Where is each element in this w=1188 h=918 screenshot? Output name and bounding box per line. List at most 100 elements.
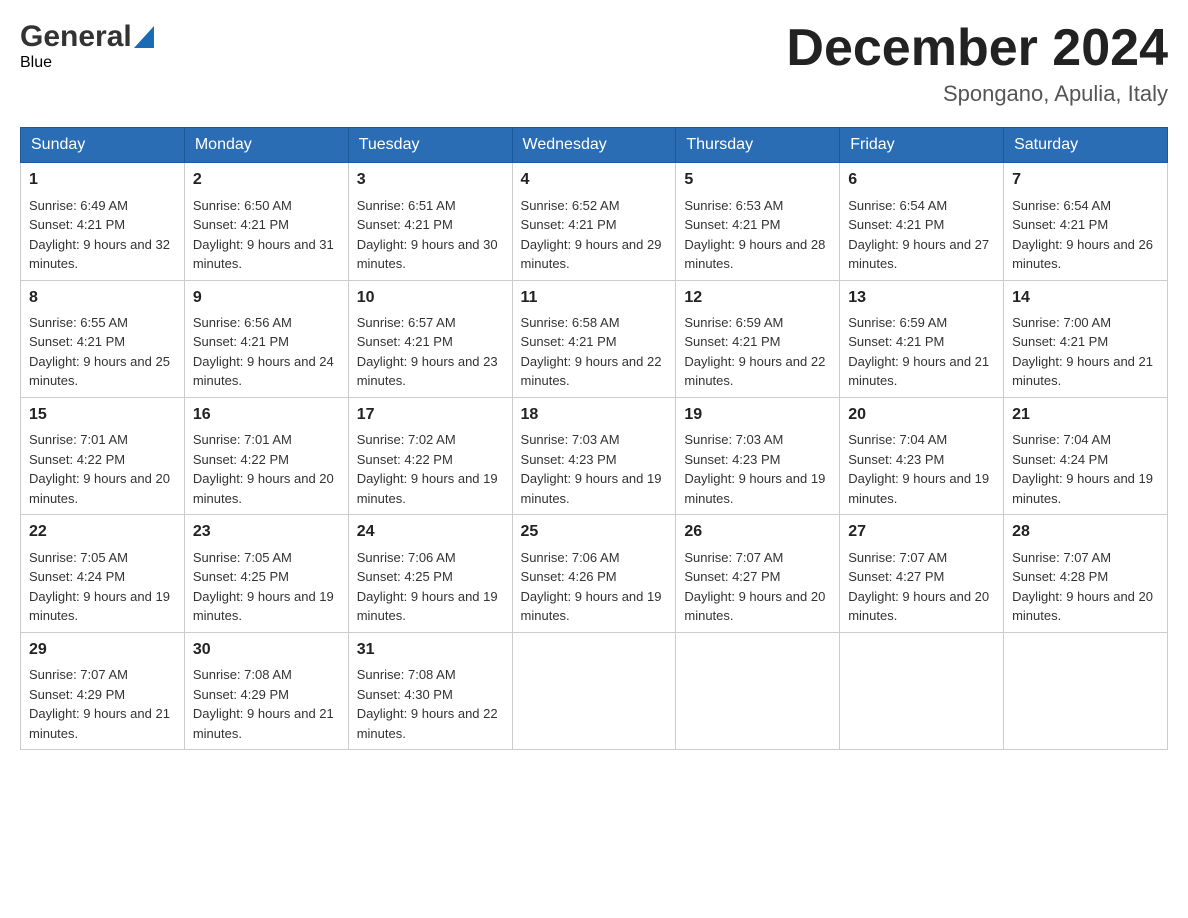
calendar-table: SundayMondayTuesdayWednesdayThursdayFrid… bbox=[20, 127, 1168, 750]
day-info: Sunrise: 7:04 AMSunset: 4:24 PMDaylight:… bbox=[1012, 432, 1153, 506]
calendar-day-cell: 14Sunrise: 7:00 AMSunset: 4:21 PMDayligh… bbox=[1004, 280, 1168, 397]
day-number: 22 bbox=[29, 521, 176, 543]
calendar-day-cell: 11Sunrise: 6:58 AMSunset: 4:21 PMDayligh… bbox=[512, 280, 676, 397]
calendar-day-cell: 26 Sunrise: 7:07 AMSunset: 4:27 PMDayligh… bbox=[676, 515, 840, 632]
calendar-day-cell: 28 Sunrise: 7:07 AMSunset: 4:28 PMDayligh… bbox=[1004, 515, 1168, 632]
day-info: Sunrise: 7:01 AMSunset: 4:22 PMDaylight:… bbox=[193, 432, 334, 506]
calendar-day-cell: 4Sunrise: 6:52 AMSunset: 4:21 PMDaylight… bbox=[512, 163, 676, 280]
calendar-day-cell bbox=[512, 632, 676, 749]
day-info: Sunrise: 6:54 AMSunset: 4:21 PMDaylight:… bbox=[848, 198, 989, 272]
day-number: 4 bbox=[521, 169, 668, 191]
day-info: Sunrise: 7:07 AMSunset: 4:28 PMDaylight:… bbox=[1012, 550, 1153, 624]
weekday-header-wednesday: Wednesday bbox=[512, 128, 676, 163]
weekday-header-thursday: Thursday bbox=[676, 128, 840, 163]
day-number: 11 bbox=[521, 287, 668, 309]
day-number: 18 bbox=[521, 404, 668, 426]
day-info: Sunrise: 7:02 AMSunset: 4:22 PMDaylight:… bbox=[357, 432, 498, 506]
day-number: 21 bbox=[1012, 404, 1159, 426]
calendar-week-row: 22 Sunrise: 7:05 AMSunset: 4:24 PMDayligh… bbox=[21, 515, 1168, 632]
calendar-day-cell bbox=[1004, 632, 1168, 749]
day-info: Sunrise: 6:56 AMSunset: 4:21 PMDaylight:… bbox=[193, 315, 334, 389]
day-number: 16 bbox=[193, 404, 340, 426]
day-info: Sunrise: 7:08 AMSunset: 4:29 PMDaylight:… bbox=[193, 667, 334, 741]
day-info: Sunrise: 6:49 AMSunset: 4:21 PMDaylight:… bbox=[29, 198, 170, 272]
day-info: Sunrise: 7:07 AMSunset: 4:27 PMDaylight:… bbox=[684, 550, 825, 624]
day-info: Sunrise: 7:05 AMSunset: 4:25 PMDaylight:… bbox=[193, 550, 334, 624]
calendar-day-cell: 18 Sunrise: 7:03 AMSunset: 4:23 PMDayligh… bbox=[512, 397, 676, 514]
calendar-day-cell: 12 Sunrise: 6:59 AMSunset: 4:21 PMDayligh… bbox=[676, 280, 840, 397]
day-info: Sunrise: 6:59 AMSunset: 4:21 PMDaylight:… bbox=[684, 315, 825, 389]
calendar-day-cell: 31 Sunrise: 7:08 AMSunset: 4:30 PMDayligh… bbox=[348, 632, 512, 749]
calendar-day-cell: 30Sunrise: 7:08 AMSunset: 4:29 PMDayligh… bbox=[184, 632, 348, 749]
calendar-day-cell: 21 Sunrise: 7:04 AMSunset: 4:24 PMDayligh… bbox=[1004, 397, 1168, 514]
weekday-header-saturday: Saturday bbox=[1004, 128, 1168, 163]
day-info: Sunrise: 6:55 AMSunset: 4:21 PMDaylight:… bbox=[29, 315, 170, 389]
day-number: 10 bbox=[357, 287, 504, 309]
day-info: Sunrise: 7:04 AMSunset: 4:23 PMDaylight:… bbox=[848, 432, 989, 506]
day-number: 29 bbox=[29, 639, 176, 661]
day-number: 6 bbox=[848, 169, 995, 191]
calendar-day-cell: 8 Sunrise: 6:55 AMSunset: 4:21 PMDaylight… bbox=[21, 280, 185, 397]
calendar-day-cell: 5 Sunrise: 6:53 AMSunset: 4:21 PMDaylight… bbox=[676, 163, 840, 280]
calendar-day-cell: 16 Sunrise: 7:01 AMSunset: 4:22 PMDayligh… bbox=[184, 397, 348, 514]
day-info: Sunrise: 6:53 AMSunset: 4:21 PMDaylight:… bbox=[684, 198, 825, 272]
calendar-day-cell: 17 Sunrise: 7:02 AMSunset: 4:22 PMDayligh… bbox=[348, 397, 512, 514]
calendar-day-cell: 15 Sunrise: 7:01 AMSunset: 4:22 PMDayligh… bbox=[21, 397, 185, 514]
day-info: Sunrise: 7:03 AMSunset: 4:23 PMDaylight:… bbox=[521, 432, 662, 506]
weekday-header-friday: Friday bbox=[840, 128, 1004, 163]
calendar-day-cell: 1Sunrise: 6:49 AMSunset: 4:21 PMDaylight… bbox=[21, 163, 185, 280]
weekday-header-row: SundayMondayTuesdayWednesdayThursdayFrid… bbox=[21, 128, 1168, 163]
day-number: 31 bbox=[357, 639, 504, 661]
day-info: Sunrise: 6:54 AMSunset: 4:21 PMDaylight:… bbox=[1012, 198, 1153, 272]
day-number: 13 bbox=[848, 287, 995, 309]
logo-general-text: General bbox=[20, 20, 132, 54]
day-number: 23 bbox=[193, 521, 340, 543]
day-number: 12 bbox=[684, 287, 831, 309]
day-info: Sunrise: 6:59 AMSunset: 4:21 PMDaylight:… bbox=[848, 315, 989, 389]
day-info: Sunrise: 7:05 AMSunset: 4:24 PMDaylight:… bbox=[29, 550, 170, 624]
location-subtitle: Spongano, Apulia, Italy bbox=[786, 81, 1168, 107]
weekday-header-sunday: Sunday bbox=[21, 128, 185, 163]
day-number: 3 bbox=[357, 169, 504, 191]
day-number: 8 bbox=[29, 287, 176, 309]
logo: General Blue bbox=[20, 20, 154, 72]
day-number: 26 bbox=[684, 521, 831, 543]
calendar-day-cell bbox=[676, 632, 840, 749]
title-section: December 2024 Spongano, Apulia, Italy bbox=[786, 20, 1168, 107]
day-number: 24 bbox=[357, 521, 504, 543]
day-number: 17 bbox=[357, 404, 504, 426]
day-number: 15 bbox=[29, 404, 176, 426]
calendar-day-cell: 6 Sunrise: 6:54 AMSunset: 4:21 PMDaylight… bbox=[840, 163, 1004, 280]
calendar-day-cell: 25Sunrise: 7:06 AMSunset: 4:26 PMDayligh… bbox=[512, 515, 676, 632]
day-number: 28 bbox=[1012, 521, 1159, 543]
calendar-week-row: 15 Sunrise: 7:01 AMSunset: 4:22 PMDayligh… bbox=[21, 397, 1168, 514]
logo-triangle-icon bbox=[134, 26, 154, 48]
page-header: General Blue December 2024 Spongano, Apu… bbox=[20, 20, 1168, 107]
calendar-day-cell: 24Sunrise: 7:06 AMSunset: 4:25 PMDayligh… bbox=[348, 515, 512, 632]
day-info: Sunrise: 7:07 AMSunset: 4:27 PMDaylight:… bbox=[848, 550, 989, 624]
day-number: 9 bbox=[193, 287, 340, 309]
day-number: 14 bbox=[1012, 287, 1159, 309]
logo-blue-text: Blue bbox=[20, 54, 52, 71]
calendar-day-cell: 23 Sunrise: 7:05 AMSunset: 4:25 PMDayligh… bbox=[184, 515, 348, 632]
calendar-day-cell: 27 Sunrise: 7:07 AMSunset: 4:27 PMDayligh… bbox=[840, 515, 1004, 632]
day-number: 19 bbox=[684, 404, 831, 426]
day-info: Sunrise: 6:51 AMSunset: 4:21 PMDaylight:… bbox=[357, 198, 498, 272]
calendar-day-cell: 29Sunrise: 7:07 AMSunset: 4:29 PMDayligh… bbox=[21, 632, 185, 749]
calendar-day-cell: 20 Sunrise: 7:04 AMSunset: 4:23 PMDayligh… bbox=[840, 397, 1004, 514]
day-number: 20 bbox=[848, 404, 995, 426]
month-title: December 2024 bbox=[786, 20, 1168, 77]
calendar-week-row: 8 Sunrise: 6:55 AMSunset: 4:21 PMDaylight… bbox=[21, 280, 1168, 397]
calendar-day-cell: 19 Sunrise: 7:03 AMSunset: 4:23 PMDayligh… bbox=[676, 397, 840, 514]
day-number: 5 bbox=[684, 169, 831, 191]
calendar-day-cell: 2Sunrise: 6:50 AMSunset: 4:21 PMDaylight… bbox=[184, 163, 348, 280]
day-info: Sunrise: 7:08 AMSunset: 4:30 PMDaylight:… bbox=[357, 667, 498, 741]
day-info: Sunrise: 7:03 AMSunset: 4:23 PMDaylight:… bbox=[684, 432, 825, 506]
weekday-header-monday: Monday bbox=[184, 128, 348, 163]
calendar-week-row: 29Sunrise: 7:07 AMSunset: 4:29 PMDayligh… bbox=[21, 632, 1168, 749]
day-number: 7 bbox=[1012, 169, 1159, 191]
day-info: Sunrise: 7:01 AMSunset: 4:22 PMDaylight:… bbox=[29, 432, 170, 506]
calendar-day-cell bbox=[840, 632, 1004, 749]
day-number: 27 bbox=[848, 521, 995, 543]
calendar-day-cell: 7 Sunrise: 6:54 AMSunset: 4:21 PMDaylight… bbox=[1004, 163, 1168, 280]
